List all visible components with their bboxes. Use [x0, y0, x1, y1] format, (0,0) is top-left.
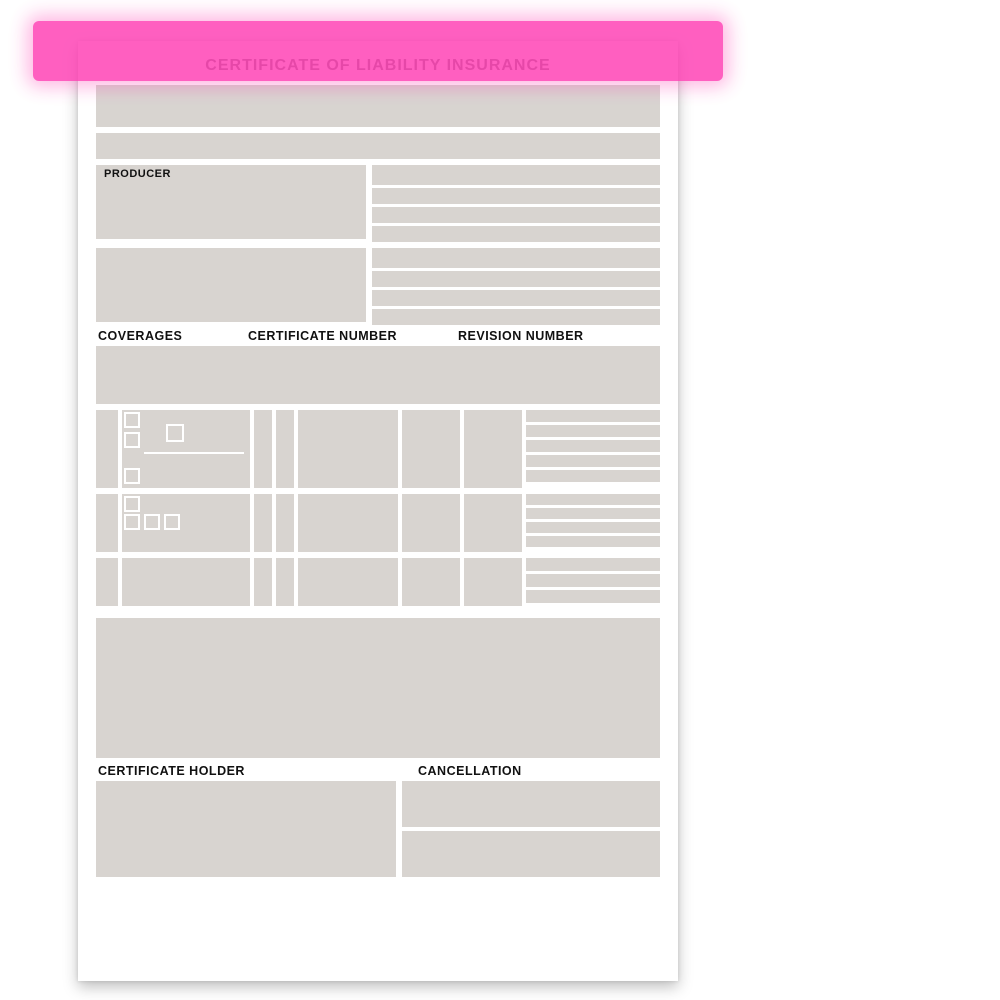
cancellation-text-box: [402, 781, 660, 827]
authorized-rep-box: [402, 831, 660, 877]
col-policy-exp: [464, 494, 522, 552]
limit-line: [526, 558, 660, 571]
checkbox-placeholder: [124, 496, 140, 512]
certificate-holder-box: [96, 781, 396, 877]
certificate-page: CERTIFICATE OF LIABILITY INSURANCE PRODU…: [78, 41, 678, 981]
cancellation-label: CANCELLATION: [418, 764, 658, 778]
checkbox-placeholder: [124, 468, 140, 484]
col-policy-eff: [402, 558, 460, 606]
contact-line: [372, 188, 660, 204]
contact-line: [372, 207, 660, 223]
limit-line: [526, 536, 660, 547]
limit-line: [526, 440, 660, 452]
col-insr-ltr: [96, 558, 118, 606]
producer-label: PRODUCER: [104, 168, 171, 180]
col-type-of-insurance: [122, 410, 250, 488]
col-policy-exp: [464, 558, 522, 606]
insurer-line: [372, 248, 660, 268]
col-type-of-insurance: [122, 558, 250, 606]
insurer-line: [372, 271, 660, 287]
limit-line: [526, 470, 660, 482]
limit-line: [526, 494, 660, 505]
col-subr-wvd: [276, 410, 294, 488]
checkbox-placeholder: [124, 514, 140, 530]
limit-line: [526, 508, 660, 519]
col-addl-insd: [254, 410, 272, 488]
contact-line: [372, 165, 660, 185]
insured-box: [96, 248, 366, 322]
col-policy-number: [298, 410, 398, 488]
limit-line: [526, 522, 660, 533]
col-type-of-insurance: [122, 494, 250, 552]
header-block-2: [96, 133, 660, 159]
col-policy-exp: [464, 410, 522, 488]
insured-row: [96, 248, 660, 325]
col-insr-ltr: [96, 494, 118, 552]
col-addl-insd: [254, 558, 272, 606]
certificate-number-label: CERTIFICATE NUMBER: [248, 329, 458, 343]
col-limits: [526, 410, 660, 488]
insurer-lines: [372, 248, 660, 325]
checkbox-placeholder: [144, 514, 160, 530]
col-policy-number: [298, 494, 398, 552]
limit-line: [526, 425, 660, 437]
policy-row-2: [96, 494, 660, 552]
col-subr-wvd: [276, 558, 294, 606]
header-block-1: [96, 85, 660, 127]
holder-cancellation-header: CERTIFICATE HOLDER CANCELLATION: [96, 764, 660, 778]
col-insr-ltr: [96, 410, 118, 488]
checkbox-placeholder: [166, 424, 184, 442]
col-subr-wvd: [276, 494, 294, 552]
checkbox-placeholder: [164, 514, 180, 530]
insurer-line: [372, 309, 660, 325]
limit-line: [526, 574, 660, 587]
policy-row-3: [96, 558, 660, 606]
limit-line: [526, 410, 660, 422]
producer-row: PRODUCER: [96, 165, 660, 242]
revision-number-label: REVISION NUMBER: [458, 329, 658, 343]
col-policy-number: [298, 558, 398, 606]
checkbox-placeholder: [124, 432, 140, 448]
coverages-banner-block: [96, 346, 660, 404]
divider: [144, 452, 244, 454]
insurer-line: [372, 290, 660, 306]
col-policy-eff: [402, 410, 460, 488]
col-policy-eff: [402, 494, 460, 552]
limit-line: [526, 590, 660, 603]
certificate-holder-label: CERTIFICATE HOLDER: [98, 764, 418, 778]
contact-line: [372, 226, 660, 242]
checkbox-placeholder: [124, 412, 140, 428]
coverages-label: COVERAGES: [98, 329, 248, 343]
col-addl-insd: [254, 494, 272, 552]
description-of-operations-box: [96, 618, 660, 758]
col-limits: [526, 558, 660, 606]
col-limits: [526, 494, 660, 552]
limit-line: [526, 455, 660, 467]
policy-row-1: [96, 410, 660, 488]
coverages-header-line: COVERAGES CERTIFICATE NUMBER REVISION NU…: [96, 329, 660, 343]
document-title: CERTIFICATE OF LIABILITY INSURANCE: [96, 41, 660, 85]
producer-right-lines: [372, 165, 660, 242]
holder-cancellation-row: [96, 781, 660, 877]
